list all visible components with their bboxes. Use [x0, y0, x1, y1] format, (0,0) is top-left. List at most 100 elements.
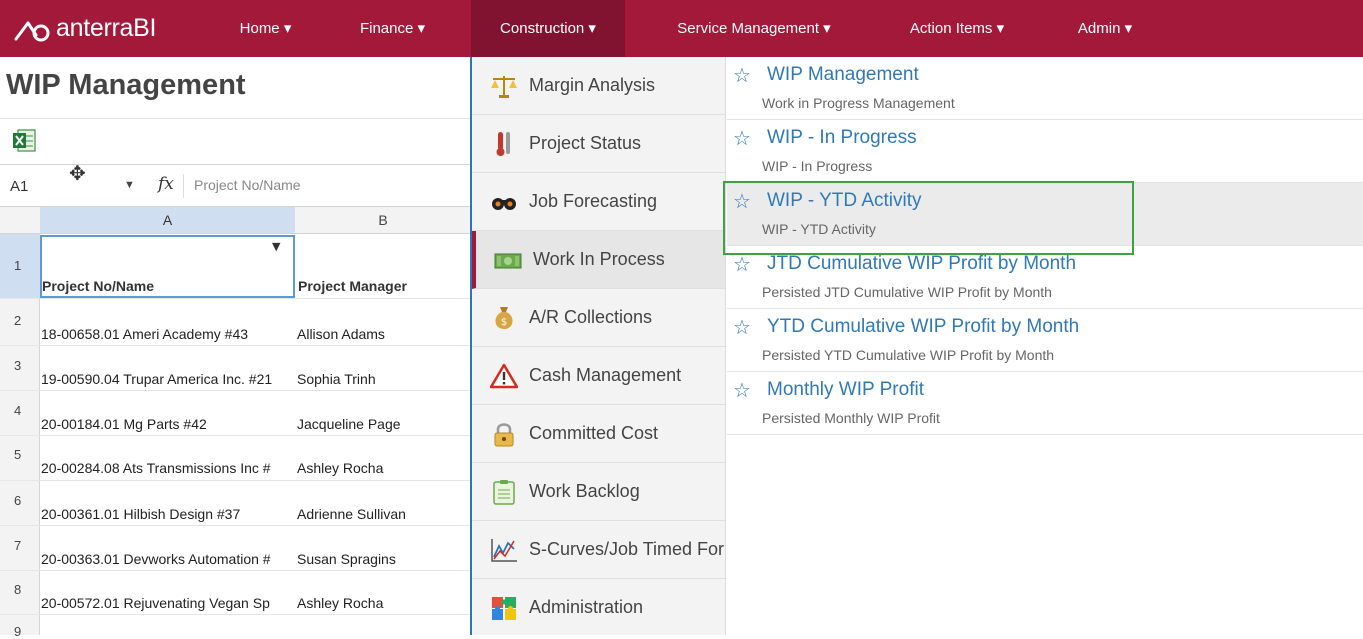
excel-export-icon[interactable] — [12, 128, 37, 153]
column-header-b[interactable]: B — [296, 207, 470, 233]
submenu-item-jtd-cumulative[interactable]: ☆ JTD Cumulative WIP Profit by Month Per… — [727, 246, 1363, 309]
menu-category-list: Margin Analysis Project Status Job Forec… — [472, 57, 726, 635]
menu-item-committed-cost[interactable]: Committed Cost — [472, 405, 725, 463]
lock-icon — [490, 421, 518, 447]
menu-item-work-backlog[interactable]: Work Backlog — [472, 463, 725, 521]
header-cell-project-no-name[interactable]: Project No/Name — [42, 278, 294, 294]
filter-dropdown-icon[interactable]: ▼ — [272, 240, 280, 253]
submenu-item-wip-in-progress[interactable]: ☆ WIP - In Progress WIP - In Progress — [727, 120, 1363, 183]
cell-reference-box[interactable]: A1 — [10, 178, 28, 195]
favorite-star-icon[interactable]: ☆ — [733, 378, 751, 403]
nav-construction-menu[interactable]: Construction ▾ — [471, 0, 625, 57]
clipboard-icon — [490, 479, 518, 505]
formula-separator — [183, 174, 184, 198]
table-cell-manager[interactable]: Jacqueline Page — [297, 416, 469, 432]
submenu-item-description: WIP - In Progress — [762, 158, 873, 174]
table-cell-project[interactable]: 20-00572.01 Rejuvenating Vegan Sp — [41, 595, 296, 611]
menu-item-administration[interactable]: Administration — [472, 579, 725, 637]
submenu-item-ytd-cumulative[interactable]: ☆ YTD Cumulative WIP Profit by Month Per… — [727, 309, 1363, 372]
nav-service-management-menu[interactable]: Service Management ▾ — [650, 0, 858, 57]
header-cell-project-manager[interactable]: Project Manager — [298, 278, 470, 294]
submenu-item-title[interactable]: YTD Cumulative WIP Profit by Month — [767, 316, 1079, 338]
row-header-8[interactable]: 8 — [0, 582, 40, 597]
table-cell-manager[interactable]: Allison Adams — [297, 326, 469, 342]
favorite-star-icon[interactable]: ☆ — [733, 252, 751, 277]
nav-home-menu[interactable]: Home ▾ — [218, 0, 313, 57]
svg-text:$: $ — [501, 317, 507, 328]
row-header-7[interactable]: 7 — [0, 538, 40, 553]
nav-action-items-menu[interactable]: Action Items ▾ — [886, 0, 1028, 57]
app-name: anterraBI — [56, 14, 157, 42]
submenu-item-title[interactable]: WIP Management — [767, 64, 919, 86]
construction-dropdown-menu: Margin Analysis Project Status Job Forec… — [470, 57, 1363, 635]
binoculars-icon — [490, 189, 518, 215]
menu-item-label: Work Backlog — [529, 481, 640, 501]
row-divider — [0, 525, 470, 526]
table-cell-project[interactable]: 19-00590.04 Trupar America Inc. #21 — [41, 371, 296, 387]
row-divider — [0, 614, 470, 615]
submenu-item-description: Persisted Monthly WIP Profit — [762, 410, 940, 426]
menu-item-ar-collections[interactable]: $ A/R Collections — [472, 289, 725, 347]
row-header-2[interactable]: 2 — [0, 313, 40, 328]
menu-item-s-curves[interactable]: S-Curves/Job Timed For — [472, 521, 725, 579]
menu-item-label: Administration — [529, 597, 644, 617]
formula-input[interactable]: Project No/Name — [194, 177, 301, 193]
row-divider — [0, 435, 470, 436]
column-header-row: A B — [0, 207, 470, 234]
money-icon — [494, 247, 522, 273]
submenu-item-monthly-wip-profit[interactable]: ☆ Monthly WIP Profit Persisted Monthly W… — [727, 372, 1363, 435]
favorite-star-icon[interactable]: ☆ — [733, 63, 751, 88]
row-divider — [0, 298, 470, 299]
menu-item-project-status[interactable]: Project Status — [472, 115, 725, 173]
puzzle-icon — [490, 595, 518, 621]
row-header-6[interactable]: 6 — [0, 493, 40, 508]
function-icon[interactable]: fx — [158, 174, 174, 194]
submenu-item-description: Work in Progress Management — [762, 95, 955, 111]
table-cell-project[interactable]: 20-00284.08 Ats Transmissions Inc # — [41, 460, 296, 476]
menu-item-job-forecasting[interactable]: Job Forecasting — [472, 173, 725, 231]
row-header-4[interactable]: 4 — [0, 403, 40, 418]
row-header-1[interactable]: 1 — [0, 258, 40, 273]
table-cell-manager[interactable]: Sophia Trinh — [297, 371, 469, 387]
submenu-item-wip-management[interactable]: ☆ WIP Management Work in Progress Manage… — [727, 57, 1363, 120]
menu-item-label: A/R Collections — [529, 307, 653, 327]
cell-reference-dropdown-icon[interactable]: ▼ — [124, 179, 135, 191]
top-navigation-bar: anterraBI Home ▾ Finance ▾ Construction … — [0, 0, 1363, 57]
menu-item-label: Committed Cost — [529, 423, 659, 443]
submenu-item-description: Persisted JTD Cumulative WIP Profit by M… — [762, 284, 1052, 300]
table-cell-project[interactable]: 18-00658.01 Ameri Academy #43 — [41, 326, 296, 342]
menu-item-cash-management[interactable]: Cash Management — [472, 347, 725, 405]
table-cell-manager[interactable]: Adrienne Sullivan — [297, 506, 469, 522]
row-header-5[interactable]: 5 — [0, 447, 40, 462]
menu-item-work-in-process[interactable]: Work In Process — [472, 231, 725, 289]
submenu-item-description: Persisted YTD Cumulative WIP Profit by M… — [762, 347, 1055, 363]
spreadsheet-toolbar — [0, 118, 470, 165]
page-title: WIP Management — [6, 69, 246, 101]
row-header-3[interactable]: 3 — [0, 358, 40, 373]
row-divider — [0, 570, 470, 571]
move-cursor-icon: ✥ — [69, 161, 86, 185]
nav-admin-menu[interactable]: Admin ▾ — [1056, 0, 1154, 57]
favorite-star-icon[interactable]: ☆ — [733, 126, 751, 151]
menu-item-label: Work In Process — [533, 249, 665, 269]
column-header-a[interactable]: A — [40, 207, 295, 233]
row-divider — [0, 345, 470, 346]
menu-item-margin-analysis[interactable]: Margin Analysis — [472, 57, 725, 115]
nav-finance-menu[interactable]: Finance ▾ — [340, 0, 445, 57]
favorite-star-icon[interactable]: ☆ — [733, 315, 751, 340]
submenu-item-title[interactable]: WIP - In Progress — [767, 127, 917, 149]
table-cell-project[interactable]: 20-00363.01 Devworks Automation # — [41, 551, 296, 567]
highlight-box — [723, 181, 1134, 255]
anterrabi-logo[interactable]: anterraBI — [14, 14, 156, 43]
table-cell-project[interactable]: 20-00361.01 Hilbish Design #37 — [41, 506, 296, 522]
submenu-item-title[interactable]: JTD Cumulative WIP Profit by Month — [767, 253, 1076, 275]
table-cell-project[interactable]: 20-00184.01 Mg Parts #42 — [41, 416, 296, 432]
table-cell-manager[interactable]: Susan Spragins — [297, 551, 469, 567]
table-cell-manager[interactable]: Ashley Rocha — [297, 595, 469, 611]
row-header-9[interactable]: 9 — [0, 624, 40, 639]
table-cell-manager[interactable]: Ashley Rocha — [297, 460, 469, 476]
scales-icon — [490, 73, 518, 99]
row-divider — [0, 480, 470, 481]
menu-item-label: Cash Management — [529, 365, 682, 385]
submenu-item-title[interactable]: Monthly WIP Profit — [767, 379, 924, 401]
